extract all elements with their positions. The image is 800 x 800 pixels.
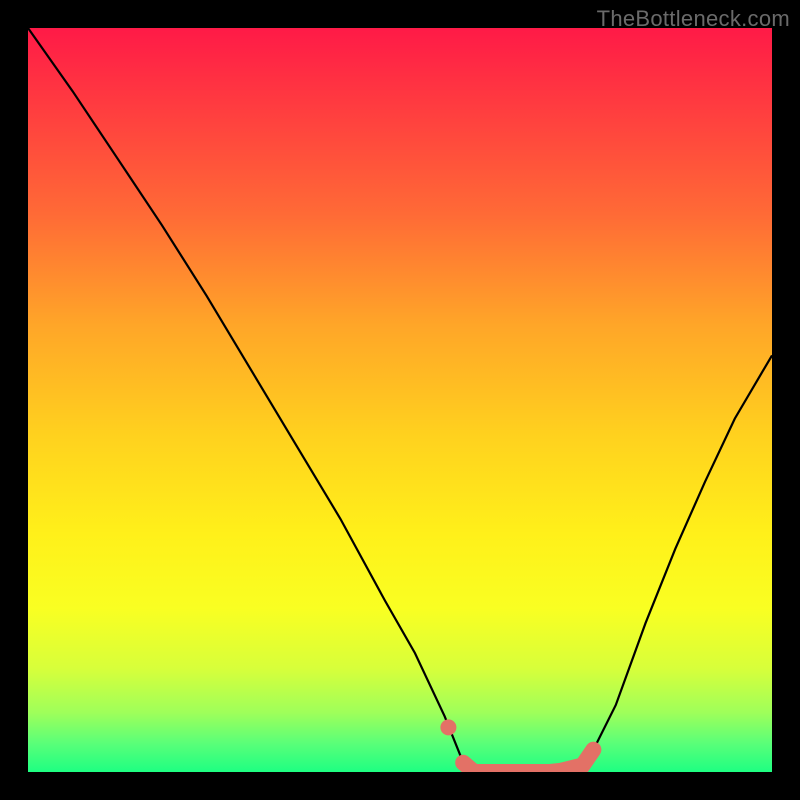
chart-svg: [28, 28, 772, 772]
chart-container: TheBottleneck.com: [0, 0, 800, 800]
bottleneck-curve: [28, 28, 772, 772]
curve-marker-left: [440, 719, 456, 735]
plot-area: [28, 28, 772, 772]
highlight-segment: [463, 750, 593, 772]
